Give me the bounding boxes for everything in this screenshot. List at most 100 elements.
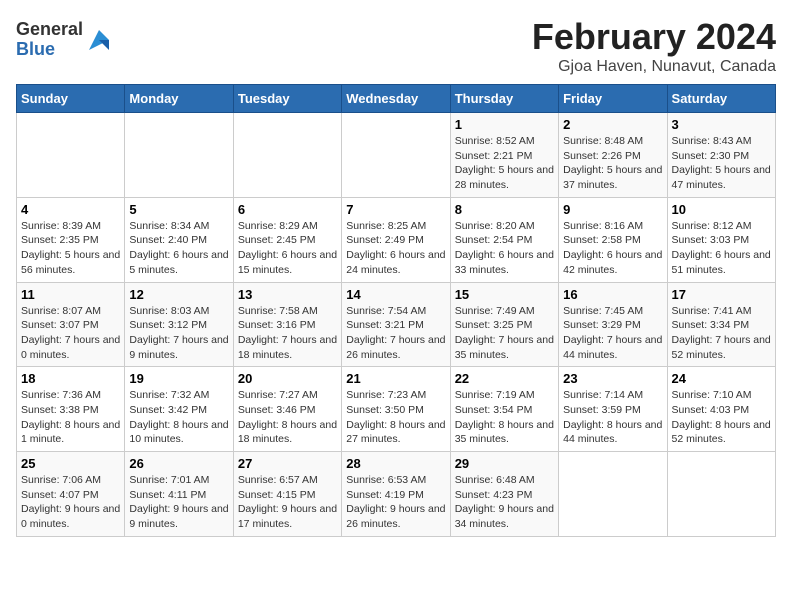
day-number: 5 [129,202,228,217]
day-detail: Sunrise: 7:01 AM Sunset: 4:11 PM Dayligh… [129,473,228,532]
calendar-week: 18Sunrise: 7:36 AM Sunset: 3:38 PM Dayli… [17,367,776,452]
day-detail: Sunrise: 7:10 AM Sunset: 4:03 PM Dayligh… [672,388,771,447]
calendar-cell: 19 Sunrise: 7:32 AM Sunset: 3:42 PM Dayli… [125,367,233,452]
calendar-cell: 11 Sunrise: 8:07 AM Sunset: 3:07 PM Dayli… [17,282,125,367]
day-number: 24 [672,371,771,386]
calendar-cell: 20Sunrise: 7:27 AM Sunset: 3:46 PM Dayli… [233,367,341,452]
day-number: 1 [455,117,554,132]
day-detail: Sunrise: 7:41 AM Sunset: 3:34 PM Dayligh… [672,304,771,363]
day-detail: Sunrise: 7:45 AM Sunset: 3:29 PM Dayligh… [563,304,662,363]
day-detail: Sunrise: 7:58 AM Sunset: 3:16 PM Dayligh… [238,304,337,363]
logo-icon [85,26,113,54]
day-number: 15 [455,287,554,302]
day-detail: Sunrise: 7:32 AM Sunset: 3:42 PM Dayligh… [129,388,228,447]
weekday-header: Sunday [17,85,125,113]
day-detail: Sunrise: 8:12 AM Sunset: 3:03 PM Dayligh… [672,219,771,278]
day-detail: Sunrise: 8:43 AM Sunset: 2:30 PM Dayligh… [672,134,771,193]
calendar-week: 25 Sunrise: 7:06 AM Sunset: 4:07 PM Dayli… [17,452,776,537]
calendar-cell: 6Sunrise: 8:29 AM Sunset: 2:45 PM Daylig… [233,197,341,282]
calendar-week: 1Sunrise: 8:52 AM Sunset: 2:21 PM Daylig… [17,113,776,198]
day-number: 26 [129,456,228,471]
day-detail: Sunrise: 7:54 AM Sunset: 3:21 PM Dayligh… [346,304,445,363]
day-detail: Sunrise: 8:20 AM Sunset: 2:54 PM Dayligh… [455,219,554,278]
day-number: 11 [21,287,120,302]
calendar-cell: 9 Sunrise: 8:16 AM Sunset: 2:58 PM Daylig… [559,197,667,282]
calendar-cell: 3 Sunrise: 8:43 AM Sunset: 2:30 PM Daylig… [667,113,775,198]
day-detail: Sunrise: 8:48 AM Sunset: 2:26 PM Dayligh… [563,134,662,193]
day-number: 22 [455,371,554,386]
calendar-cell: 29Sunrise: 6:48 AM Sunset: 4:23 PM Dayli… [450,452,558,537]
calendar-cell: 5 Sunrise: 8:34 AM Sunset: 2:40 PM Daylig… [125,197,233,282]
calendar-cell: 24 Sunrise: 7:10 AM Sunset: 4:03 PM Dayli… [667,367,775,452]
day-detail: Sunrise: 8:39 AM Sunset: 2:35 PM Dayligh… [21,219,120,278]
day-detail: Sunrise: 7:49 AM Sunset: 3:25 PM Dayligh… [455,304,554,363]
day-number: 17 [672,287,771,302]
calendar-cell: 2 Sunrise: 8:48 AM Sunset: 2:26 PM Daylig… [559,113,667,198]
calendar-cell: 8 Sunrise: 8:20 AM Sunset: 2:54 PM Daylig… [450,197,558,282]
calendar-week: 4 Sunrise: 8:39 AM Sunset: 2:35 PM Daylig… [17,197,776,282]
weekday-header: Monday [125,85,233,113]
day-detail: Sunrise: 7:19 AM Sunset: 3:54 PM Dayligh… [455,388,554,447]
header: General Blue February 2024 Gjoa Haven, N… [16,16,776,76]
day-number: 18 [21,371,120,386]
calendar-cell: 4 Sunrise: 8:39 AM Sunset: 2:35 PM Daylig… [17,197,125,282]
calendar-header: SundayMondayTuesdayWednesdayThursdayFrid… [17,85,776,113]
day-number: 19 [129,371,228,386]
weekday-header: Saturday [667,85,775,113]
calendar-cell: 17 Sunrise: 7:41 AM Sunset: 3:34 PM Dayli… [667,282,775,367]
day-detail: Sunrise: 6:48 AM Sunset: 4:23 PM Dayligh… [455,473,554,532]
calendar-cell [125,113,233,198]
day-number: 25 [21,456,120,471]
calendar-cell: 12 Sunrise: 8:03 AM Sunset: 3:12 PM Dayli… [125,282,233,367]
weekday-header: Thursday [450,85,558,113]
day-detail: Sunrise: 7:06 AM Sunset: 4:07 PM Dayligh… [21,473,120,532]
calendar-cell [559,452,667,537]
calendar-cell: 25 Sunrise: 7:06 AM Sunset: 4:07 PM Dayli… [17,452,125,537]
calendar-cell: 23Sunrise: 7:14 AM Sunset: 3:59 PM Dayli… [559,367,667,452]
calendar-cell [667,452,775,537]
day-detail: Sunrise: 8:07 AM Sunset: 3:07 PM Dayligh… [21,304,120,363]
day-number: 2 [563,117,662,132]
day-number: 16 [563,287,662,302]
calendar-cell: 28 Sunrise: 6:53 AM Sunset: 4:19 PM Dayli… [342,452,450,537]
day-number: 9 [563,202,662,217]
calendar-cell: 21 Sunrise: 7:23 AM Sunset: 3:50 PM Dayli… [342,367,450,452]
day-detail: Sunrise: 7:23 AM Sunset: 3:50 PM Dayligh… [346,388,445,447]
day-number: 10 [672,202,771,217]
weekday-header: Friday [559,85,667,113]
calendar-cell [342,113,450,198]
calendar-cell: 1Sunrise: 8:52 AM Sunset: 2:21 PM Daylig… [450,113,558,198]
weekday-header: Wednesday [342,85,450,113]
logo: General Blue [16,20,113,60]
day-number: 14 [346,287,445,302]
calendar-cell: 16 Sunrise: 7:45 AM Sunset: 3:29 PM Dayli… [559,282,667,367]
calendar-cell: 13 Sunrise: 7:58 AM Sunset: 3:16 PM Dayli… [233,282,341,367]
day-detail: Sunrise: 8:16 AM Sunset: 2:58 PM Dayligh… [563,219,662,278]
day-number: 12 [129,287,228,302]
day-number: 20 [238,371,337,386]
calendar-cell: 7Sunrise: 8:25 AM Sunset: 2:49 PM Daylig… [342,197,450,282]
calendar-table: SundayMondayTuesdayWednesdayThursdayFrid… [16,84,776,537]
day-number: 23 [563,371,662,386]
day-number: 3 [672,117,771,132]
calendar-cell: 22 Sunrise: 7:19 AM Sunset: 3:54 PM Dayli… [450,367,558,452]
weekday-header: Tuesday [233,85,341,113]
calendar-cell: 15 Sunrise: 7:49 AM Sunset: 3:25 PM Dayli… [450,282,558,367]
calendar-cell [17,113,125,198]
calendar-cell: 26 Sunrise: 7:01 AM Sunset: 4:11 PM Dayli… [125,452,233,537]
day-number: 27 [238,456,337,471]
logo-general: General [16,20,83,40]
day-number: 21 [346,371,445,386]
day-number: 8 [455,202,554,217]
day-number: 6 [238,202,337,217]
day-number: 28 [346,456,445,471]
day-detail: Sunrise: 8:34 AM Sunset: 2:40 PM Dayligh… [129,219,228,278]
subtitle: Gjoa Haven, Nunavut, Canada [532,58,776,76]
day-number: 13 [238,287,337,302]
day-detail: Sunrise: 8:25 AM Sunset: 2:49 PM Dayligh… [346,219,445,278]
day-number: 4 [21,202,120,217]
day-detail: Sunrise: 8:03 AM Sunset: 3:12 PM Dayligh… [129,304,228,363]
day-detail: Sunrise: 6:53 AM Sunset: 4:19 PM Dayligh… [346,473,445,532]
day-detail: Sunrise: 6:57 AM Sunset: 4:15 PM Dayligh… [238,473,337,532]
main-title: February 2024 [532,16,776,58]
